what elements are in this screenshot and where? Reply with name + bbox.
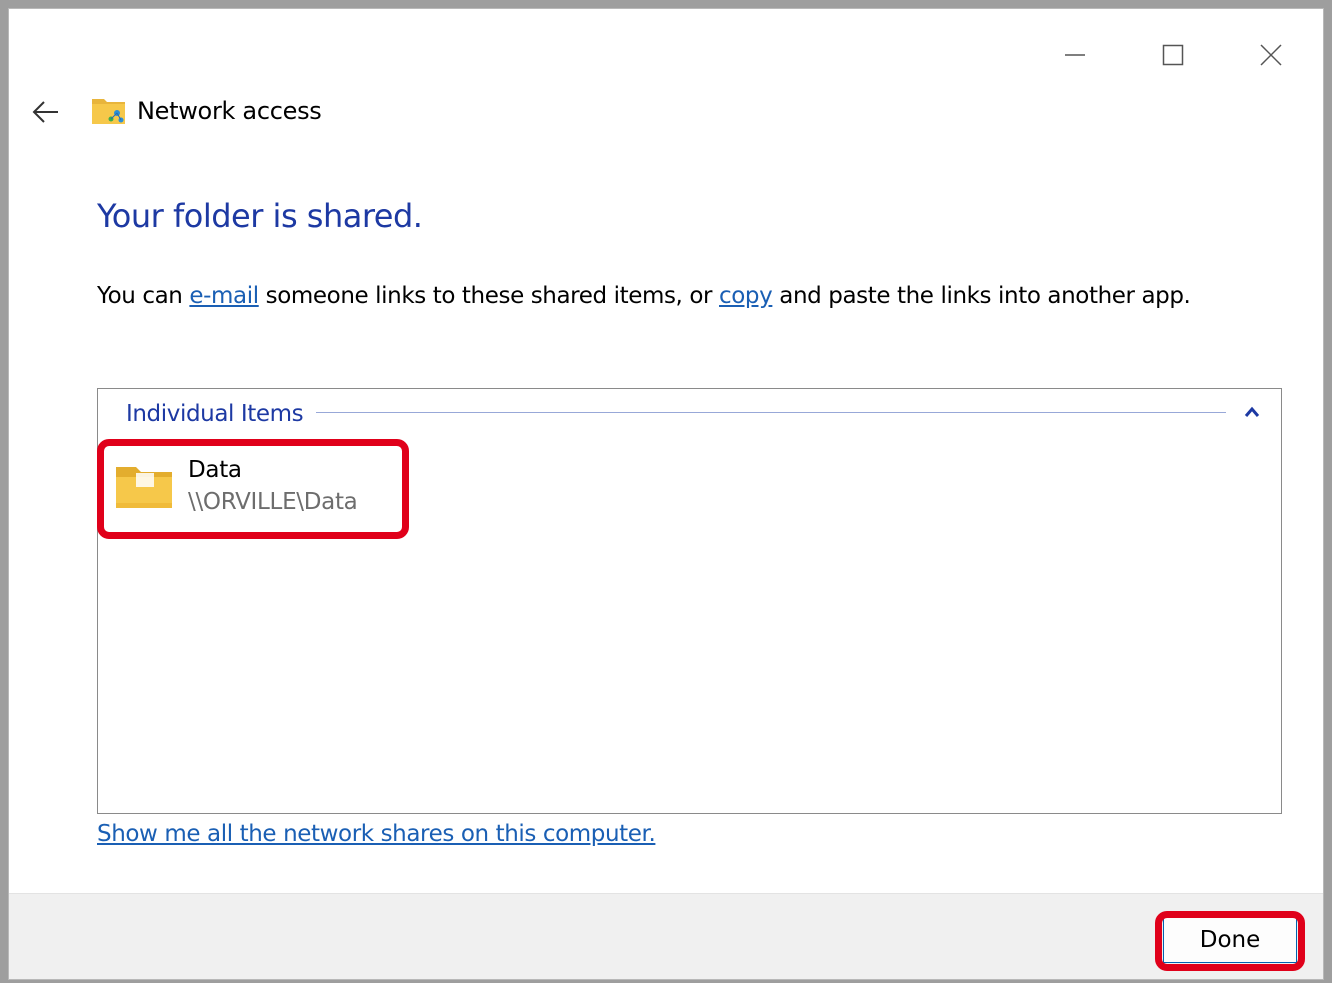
minimize-button[interactable] [1051, 35, 1099, 75]
arrow-left-icon [32, 101, 58, 123]
description-text-1: You can [97, 283, 190, 309]
maximize-icon [1162, 44, 1184, 66]
close-icon [1260, 44, 1282, 66]
item-path: \\ORVILLE\Data [188, 489, 358, 515]
page-heading: Your folder is shared. [97, 197, 423, 235]
maximize-button[interactable] [1149, 35, 1197, 75]
show-network-shares-link[interactable]: Show me all the network shares on this c… [97, 821, 656, 847]
close-button[interactable] [1247, 35, 1295, 75]
email-link[interactable]: e-mail [189, 283, 259, 309]
back-button[interactable] [29, 95, 63, 129]
group-label: Individual Items [126, 401, 312, 427]
folder-icon [116, 467, 172, 508]
network-access-window: Network access Your folder is shared. Yo… [8, 8, 1324, 980]
minimize-icon [1065, 54, 1085, 56]
collapse-group-button[interactable] [1238, 399, 1266, 425]
description-text-3: and paste the links into another app. [772, 283, 1191, 309]
item-name: Data [188, 457, 242, 483]
chevron-up-icon [1244, 406, 1260, 417]
footer-bar [9, 893, 1323, 979]
window-title: Network access [137, 97, 322, 125]
group-divider [316, 412, 1226, 413]
share-description: You can e-mail someone links to these sh… [97, 283, 1191, 309]
shared-item-data[interactable]: Data \\ORVILLE\Data [110, 455, 410, 535]
description-text-2: someone links to these shared items, or [258, 283, 720, 309]
done-button[interactable]: Done [1163, 917, 1297, 963]
network-folder-icon [92, 99, 125, 124]
shared-items-panel: Individual Items Data \\ORVILLE\Data [97, 388, 1282, 814]
copy-link[interactable]: copy [719, 283, 773, 309]
